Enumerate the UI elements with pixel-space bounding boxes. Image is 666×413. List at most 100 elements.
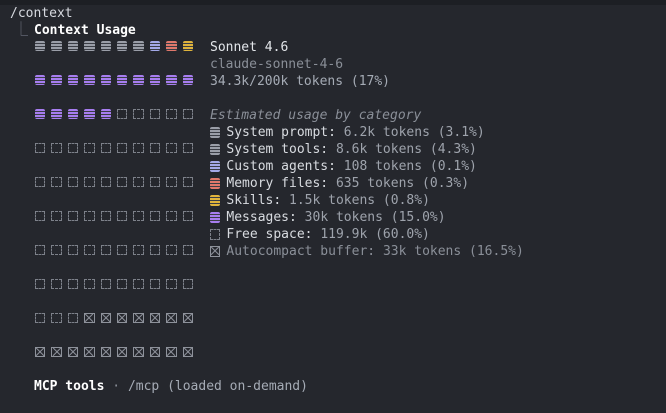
- free-space-cell: [67, 313, 79, 324]
- free-space-cell: [133, 211, 144, 222]
- free-space-cell: [35, 313, 46, 324]
- usage-grid-row: [35, 177, 193, 188]
- usage-grid-row: [35, 41, 193, 52]
- free-space-cell: [67, 245, 79, 256]
- free-space-cell: [51, 245, 62, 256]
- free-space-cell: [116, 211, 128, 222]
- free-space-cell: [67, 143, 79, 154]
- free-space-cell: [51, 313, 62, 324]
- free-space-cell: [133, 279, 144, 290]
- category-label: Memory files:: [226, 176, 329, 191]
- free-space-cell: [100, 143, 111, 154]
- messages-icon: [210, 212, 221, 223]
- free-space-cell: [166, 109, 177, 120]
- free-space-cell: [35, 245, 46, 256]
- system-tools-cell: [133, 41, 144, 52]
- free-space-cell: [166, 279, 177, 290]
- free-space-cell: [149, 109, 161, 120]
- category-custom-agents: Custom agents: 108 tokens (0.1%): [210, 158, 477, 175]
- autocompact-buffer-cell: [182, 347, 193, 358]
- custom-agents-cell: [149, 41, 161, 52]
- system-prompt-cell: [67, 41, 79, 52]
- usage-grid-row: [35, 245, 193, 256]
- usage-grid-row: [35, 109, 193, 120]
- free-space-cell: [67, 211, 79, 222]
- free-space-cell: [166, 143, 177, 154]
- category-label: Custom agents:: [226, 159, 336, 174]
- category-label: Autocompact buffer:: [226, 244, 376, 259]
- category-autocompact-buffer: Autocompact buffer: 33k tokens (16.5%): [210, 243, 524, 260]
- category-label: Free space:: [226, 227, 313, 242]
- usage-grid-row: [35, 313, 193, 324]
- category-free-space: Free space: 119.9k (60.0%): [210, 226, 430, 243]
- command-line: /context: [10, 6, 73, 21]
- system-tools-cell: [100, 41, 111, 52]
- free-space-cell: [133, 109, 144, 120]
- free-space-cell: [166, 245, 177, 256]
- free-space-cell: [116, 143, 128, 154]
- messages-cell: [149, 75, 161, 86]
- free-space-cell: [35, 177, 46, 188]
- messages-cell: [51, 109, 62, 120]
- free-space-cell: [116, 177, 128, 188]
- autocompact-buffer-cell: [149, 313, 161, 324]
- free-space-cell: [51, 177, 62, 188]
- messages-cell: [100, 75, 111, 86]
- category-value: 8.6k tokens (4.3%): [335, 142, 477, 157]
- system-tools-cell: [116, 41, 128, 52]
- estimated-usage-header: Estimated usage by category: [210, 108, 422, 123]
- autocompact-buffer-cell: [182, 313, 193, 324]
- memory-files-cell: [166, 41, 177, 52]
- top-edge: [0, 0, 666, 5]
- autocompact-buffer-cell: [84, 347, 95, 358]
- free-space-cell: [116, 279, 128, 290]
- free-space-cell: [149, 245, 161, 256]
- category-skills: Skills: 1.5k tokens (0.8%): [210, 192, 430, 209]
- free-space-icon: [210, 229, 221, 240]
- free-space-cell: [149, 143, 161, 154]
- autocompact-buffer-cell: [166, 347, 177, 358]
- free-space-cell: [182, 177, 193, 188]
- free-space-cell: [84, 279, 95, 290]
- mcp-separator: ·: [104, 379, 128, 394]
- messages-cell: [67, 75, 79, 86]
- category-value: 635 tokens (0.3%): [335, 176, 470, 191]
- autocompact-buffer-cell: [100, 313, 111, 324]
- category-system-tools: System tools: 8.6k tokens (4.3%): [210, 141, 477, 158]
- free-space-cell: [100, 245, 111, 256]
- messages-cell: [166, 75, 177, 86]
- autocompact-buffer-cell: [133, 347, 144, 358]
- free-space-cell: [35, 211, 46, 222]
- system-tools-cell: [84, 41, 95, 52]
- free-space-cell: [51, 143, 62, 154]
- free-space-cell: [182, 211, 193, 222]
- category-memory-files: Memory files: 635 tokens (0.3%): [210, 175, 469, 192]
- model-name: Sonnet 4.6: [210, 40, 289, 55]
- category-label: Messages:: [226, 210, 297, 225]
- autocompact-buffer-cell: [133, 313, 144, 324]
- free-space-cell: [67, 177, 79, 188]
- free-space-cell: [35, 143, 46, 154]
- messages-cell: [35, 75, 46, 86]
- free-space-cell: [100, 279, 111, 290]
- terminal-window: /context ⎿ Context Usage Sonnet 4.6 clau…: [0, 0, 666, 413]
- free-space-cell: [166, 211, 177, 222]
- free-space-cell: [166, 177, 177, 188]
- context-usage-title: Context Usage: [34, 23, 136, 38]
- memory-files-icon: [210, 178, 221, 189]
- autocompact-buffer-cell: [51, 347, 62, 358]
- free-space-cell: [133, 177, 144, 188]
- free-space-cell: [149, 279, 161, 290]
- skills-cell: [182, 41, 193, 52]
- free-space-cell: [149, 177, 161, 188]
- free-space-cell: [84, 177, 95, 188]
- free-space-cell: [149, 211, 161, 222]
- free-space-cell: [67, 279, 79, 290]
- mcp-command-hint: /mcp (loaded on-demand): [127, 379, 308, 394]
- autocompact-buffer-icon: [210, 246, 221, 257]
- free-space-cell: [182, 245, 193, 256]
- free-space-cell: [35, 279, 46, 290]
- messages-cell: [182, 75, 193, 86]
- usage-grid-row: [35, 75, 193, 86]
- free-space-cell: [182, 109, 193, 120]
